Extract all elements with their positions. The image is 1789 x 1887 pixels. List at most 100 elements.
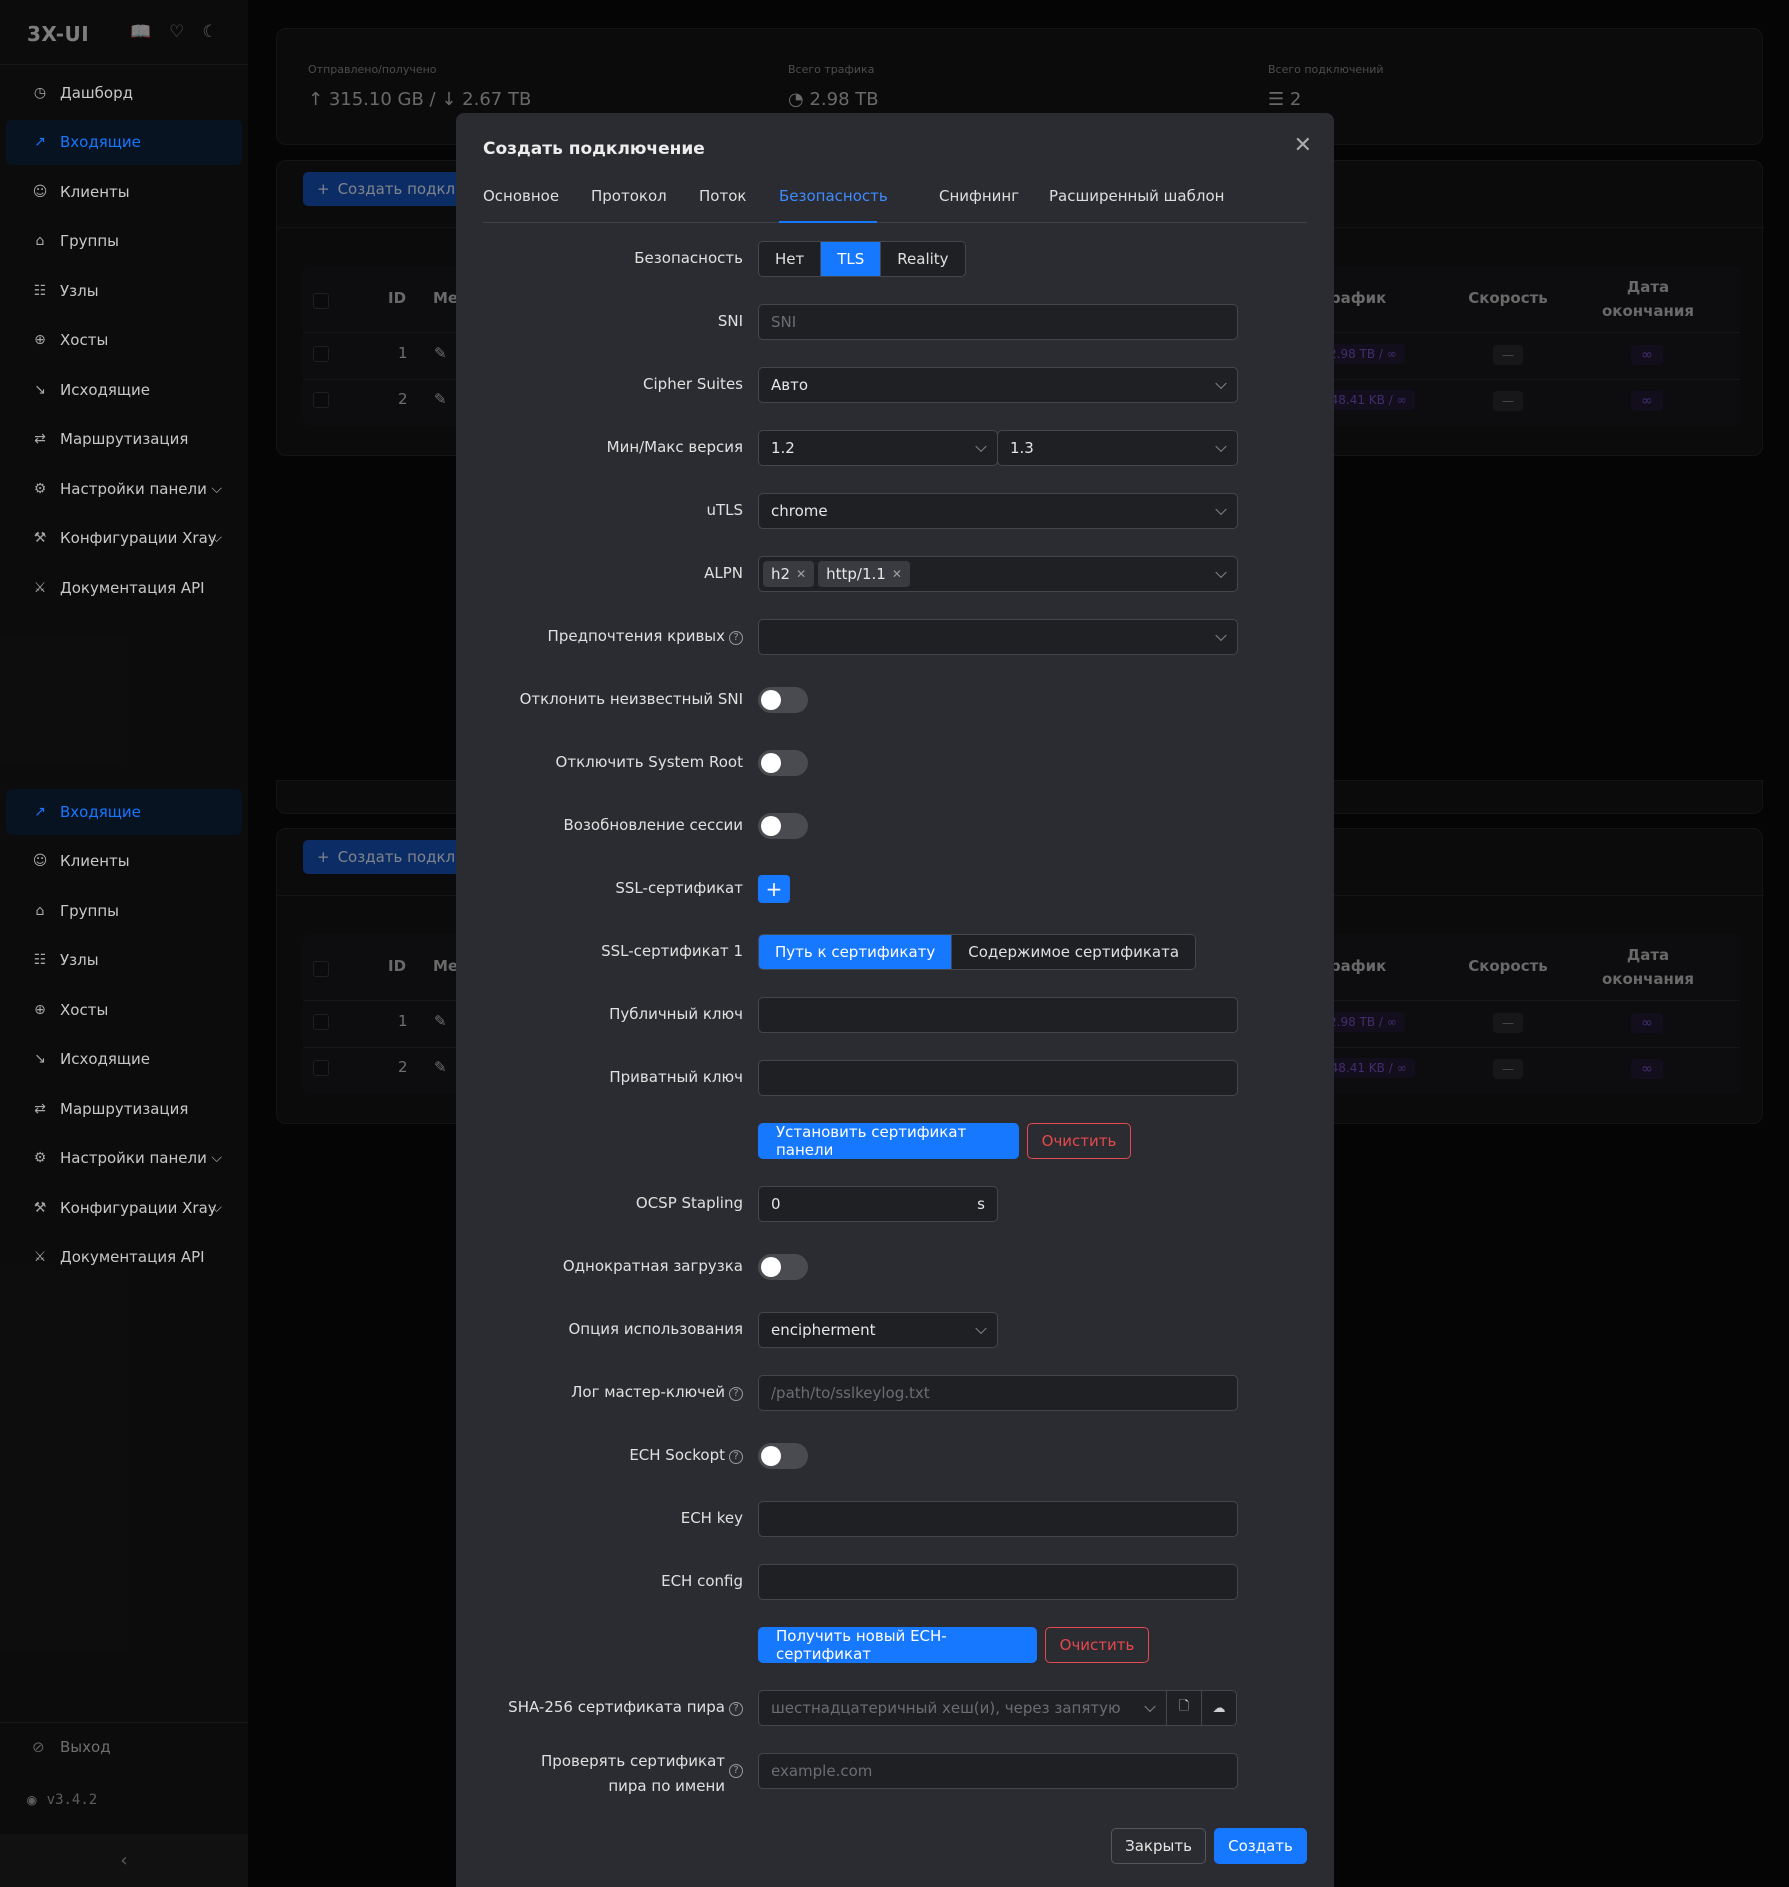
utls-select[interactable]: chrome (758, 493, 1238, 529)
hosts-icon: ⊕ (34, 332, 46, 349)
hosts-icon: ⊕ (34, 1001, 46, 1018)
sidebar-item-label: Клиенты (60, 852, 130, 871)
tab-sniffing[interactable]: Снифнинг (939, 187, 1019, 205)
verify-peer-name-input[interactable]: example.com (758, 1753, 1238, 1789)
max-version-select[interactable]: 1.3 (997, 430, 1238, 466)
chevron-down-icon (1215, 566, 1227, 579)
ech-config-label: ECH config (661, 1572, 743, 1590)
chevron-down-icon (1215, 503, 1227, 516)
sidebar-item-label: Узлы (60, 951, 99, 970)
ech-key-label: ECH key (680, 1509, 743, 1527)
sidebar-item-label: Группы (60, 232, 120, 251)
security-option-reality[interactable]: Reality (881, 242, 965, 276)
private-key-input[interactable] (758, 1060, 1238, 1096)
one-time-loading-toggle[interactable] (758, 1254, 808, 1280)
chevron-down-icon (975, 1322, 987, 1335)
sidebar-item-label: Документация API (60, 578, 205, 597)
curves-select[interactable] (758, 619, 1238, 655)
cert-mode-content[interactable]: Содержимое сертификата (952, 935, 1196, 969)
sidebar-item-label: Маршрутизация (60, 1099, 189, 1118)
help-icon[interactable]: ? (729, 1387, 743, 1401)
cert-mode-path[interactable]: Путь к сертификату (759, 935, 953, 969)
modal-title: Создать подключение (483, 139, 705, 159)
clear-ech-button[interactable]: Очистить (1045, 1627, 1149, 1663)
sidebar-item-label: Конфигурации Xray (60, 1198, 217, 1217)
help-icon[interactable]: ? (729, 631, 743, 645)
sni-label: SNI (717, 312, 743, 330)
master-key-log-input[interactable]: /path/to/sslkeylog.txt (758, 1375, 1238, 1411)
help-icon[interactable]: ? (729, 1764, 743, 1778)
peer-cert-sha256-label: SHA-256 сертификата пира? (508, 1698, 743, 1716)
create-button[interactable]: Создать (1214, 1828, 1307, 1864)
ech-sockopt-label: ECH Sockopt? (629, 1446, 743, 1464)
clients-icon: ☺ (32, 853, 48, 870)
certificate-file-icon[interactable]: 🗋 (1166, 1690, 1202, 1726)
inbound-icon: ↗ (34, 134, 46, 151)
peer-cert-sha256-input[interactable]: шестнадцатеричный хеш(и), через запятую (758, 1690, 1167, 1726)
api-icon: ⚔ (33, 579, 47, 596)
tab-stream[interactable]: Поток (699, 187, 746, 205)
cloud-download-icon[interactable]: ☁ (1201, 1690, 1237, 1726)
routing-icon: ⇄ (34, 1100, 46, 1117)
create-inbound-modal: Создать подключение ✕ Основное Протокол … (456, 113, 1334, 1887)
usage-option-select[interactable]: encipherment (758, 1312, 998, 1348)
alpn-tag: http/1.1 ✕ (818, 561, 910, 587)
chevron-down-icon: ⌵ (211, 1199, 222, 1216)
settings-icon: ⚙ (33, 1150, 47, 1167)
alpn-tag: h2 ✕ (763, 561, 815, 587)
close-button[interactable]: Закрыть (1111, 1828, 1206, 1864)
ech-sockopt-toggle[interactable] (758, 1443, 808, 1469)
ssl-certificate-1-label: SSL-сертификат 1 (601, 942, 743, 960)
remove-tag-icon[interactable]: ✕ (796, 567, 806, 581)
set-panel-certificate-button[interactable]: Установить сертификат панели (758, 1123, 1019, 1159)
security-selector: Нет TLS Reality (758, 241, 966, 277)
sidebar-item-label: Входящие (60, 802, 141, 821)
chevron-down-icon (1215, 440, 1227, 453)
sidebar-item-label: Хосты (60, 331, 109, 350)
public-key-input[interactable] (758, 997, 1238, 1033)
dashboard-icon: ◷ (33, 84, 47, 101)
alpn-multiselect[interactable]: h2 ✕ http/1.1 ✕ (758, 556, 1238, 592)
certificate-mode-selector: Путь к сертификату Содержимое сертификат… (758, 934, 1197, 970)
cipher-suites-select[interactable]: Авто (758, 367, 1238, 403)
disable-system-root-toggle[interactable] (758, 750, 808, 776)
tab-security[interactable]: Безопасность (779, 187, 888, 205)
ssl-certificate-label: SSL-сертификат (615, 879, 743, 897)
get-ech-certificate-button[interactable]: Получить новый ECH-сертификат (758, 1627, 1037, 1663)
sidebar-item-label: Настройки панели (60, 1149, 207, 1168)
ocsp-stapling-input[interactable]: 0 s (758, 1186, 998, 1222)
tab-advanced-template[interactable]: Расширенный шаблон (1049, 187, 1224, 205)
ocsp-unit-suffix: s (977, 1195, 985, 1213)
chevron-down-icon (1215, 377, 1227, 390)
sidebar-item-label: Настройки панели (60, 479, 207, 498)
min-max-version-label: Мин/Макс версия (606, 438, 743, 456)
sni-input[interactable]: SNI (758, 304, 1238, 340)
min-version-select[interactable]: 1.2 (758, 430, 998, 466)
cipher-suites-label: Cipher Suites (643, 375, 743, 393)
tab-protocol[interactable]: Протокол (591, 187, 667, 205)
help-icon[interactable]: ? (729, 1702, 743, 1716)
sidebar-item-label: Входящие (60, 133, 141, 152)
tab-ink-bar (779, 221, 877, 223)
plus-icon: + (765, 877, 783, 901)
help-icon[interactable]: ? (729, 1450, 743, 1464)
sidebar-item-label: Клиенты (60, 182, 130, 201)
security-option-none[interactable]: Нет (759, 242, 822, 276)
outbound-icon: ↘ (34, 1051, 46, 1068)
reject-unknown-sni-toggle[interactable] (758, 687, 808, 713)
close-icon[interactable]: ✕ (1294, 133, 1312, 158)
add-certificate-button[interactable]: + (758, 875, 790, 903)
tab-basic[interactable]: Основное (483, 187, 559, 205)
chevron-down-icon: ⌵ (211, 480, 222, 497)
sidebar-item-label: Исходящие (60, 1050, 151, 1069)
sidebar-item-label: Исходящие (60, 380, 151, 399)
clear-certificate-button[interactable]: Очистить (1027, 1123, 1131, 1159)
ech-config-input[interactable] (758, 1564, 1238, 1600)
remove-tag-icon[interactable]: ✕ (892, 567, 902, 581)
outbound-icon: ↘ (34, 381, 46, 398)
security-option-tls[interactable]: TLS (821, 242, 882, 276)
settings-icon: ⚙ (33, 480, 47, 497)
ech-key-input[interactable] (758, 1501, 1238, 1537)
groups-icon: ⌂ (35, 233, 45, 250)
session-resumption-toggle[interactable] (758, 813, 808, 839)
